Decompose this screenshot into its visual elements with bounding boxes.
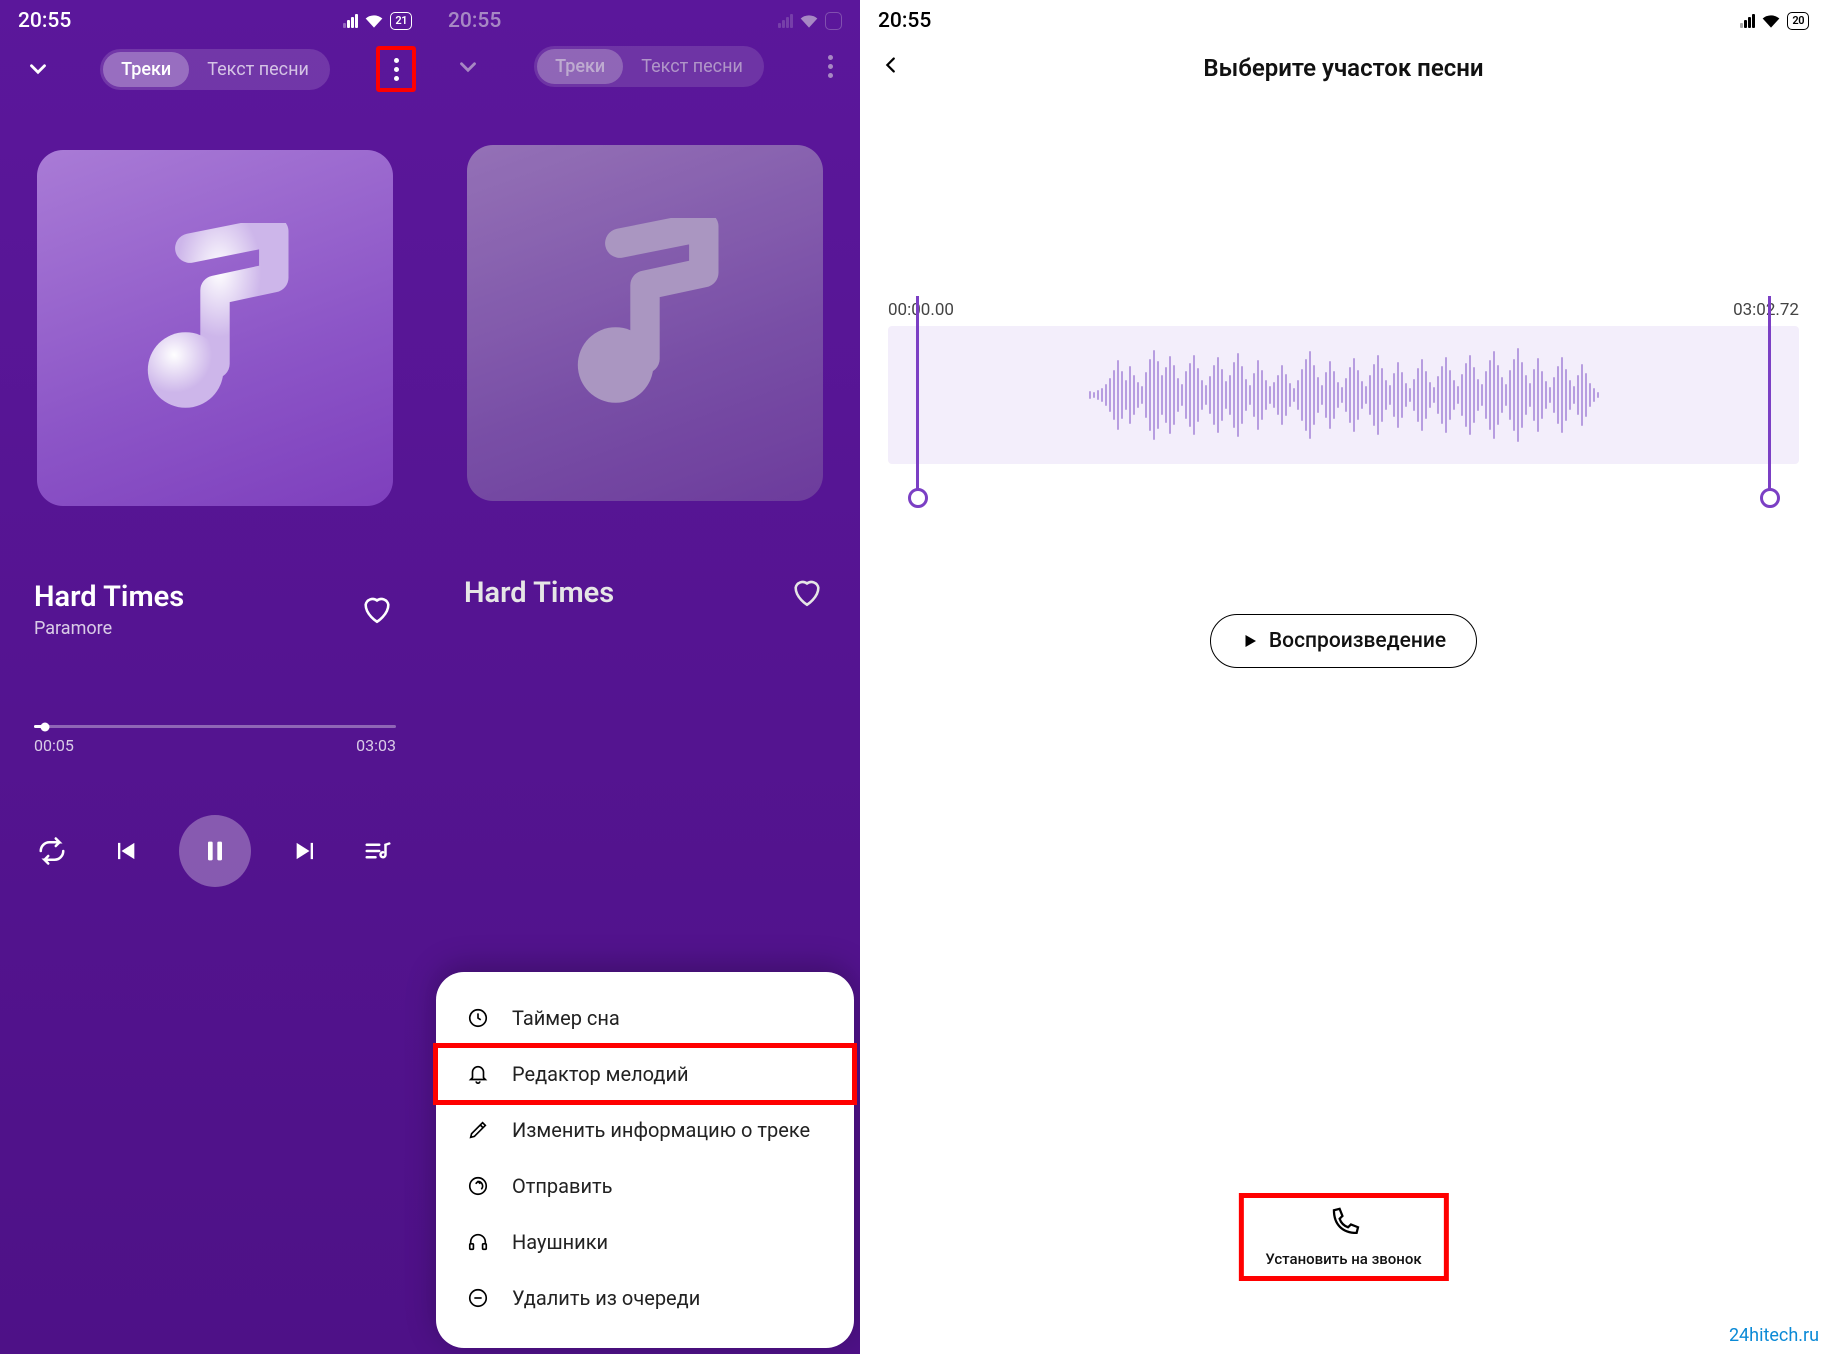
headphones-icon (466, 1230, 490, 1254)
set-as-ringtone-label: Установить на звонок (1265, 1250, 1421, 1268)
tab-tracks[interactable]: Треки (537, 49, 623, 84)
menu-item-label: Удалить из очереди (512, 1286, 700, 1310)
header-title: Выберите участок песни (880, 54, 1807, 82)
track-title: Hard Times (464, 576, 614, 610)
status-time: 20:55 (878, 9, 931, 33)
prev-button[interactable] (107, 833, 143, 869)
favorite-button[interactable] (360, 592, 396, 628)
time-labels: 00:05 03:03 (0, 728, 430, 755)
album-art (467, 145, 823, 501)
status-time: 20:55 (18, 9, 71, 33)
pause-button[interactable] (179, 815, 251, 887)
battery-icon (825, 12, 842, 29)
collapse-button[interactable] (22, 53, 54, 85)
top-controls: Треки Текст песни (0, 36, 430, 92)
player-with-menu-screen: 20:55 Треки Текст песни Hard Times Та (430, 0, 860, 1354)
range-handle-start[interactable] (916, 296, 919, 490)
menu-item-bell[interactable]: Редактор мелодий (436, 1046, 854, 1102)
queue-button[interactable] (360, 833, 396, 869)
track-artist: Paramore (34, 618, 184, 639)
status-bar: 20:55 21 (0, 0, 430, 36)
battery-icon: 20 (1787, 12, 1809, 29)
signal-icon (343, 14, 358, 28)
menu-item-label: Наушники (512, 1230, 608, 1254)
music-note-icon (540, 218, 750, 428)
waveform-icon (1089, 348, 1599, 442)
menu-item-label: Изменить информацию о треке (512, 1118, 810, 1142)
tab-lyrics[interactable]: Текст песни (189, 52, 327, 87)
bell-icon (466, 1062, 490, 1086)
menu-item-pencil[interactable]: Изменить информацию о треке (436, 1102, 854, 1158)
ringtone-editor-screen: 20:55 20 Выберите участок песни 00:00.00… (860, 0, 1827, 1354)
signal-icon (1740, 14, 1755, 28)
favorite-button[interactable] (790, 575, 826, 611)
header: Выберите участок песни (860, 36, 1827, 82)
menu-item-minus[interactable]: Удалить из очереди (436, 1270, 854, 1326)
track-title: Hard Times (34, 580, 184, 614)
menu-item-share[interactable]: Отправить (436, 1158, 854, 1214)
menu-item-label: Отправить (512, 1174, 613, 1198)
more-menu-button[interactable] (380, 52, 412, 86)
wifi-icon (1761, 13, 1781, 29)
status-icons (778, 12, 842, 29)
status-icons: 20 (1740, 12, 1809, 29)
watermark: 24hitech.ru (1729, 1325, 1819, 1346)
playback-controls (0, 815, 430, 887)
album-art (37, 150, 393, 506)
range-start: 00:00.00 (888, 300, 954, 320)
status-time: 20:55 (448, 9, 501, 33)
wifi-icon (364, 13, 384, 29)
next-button[interactable] (288, 833, 324, 869)
menu-item-label: Таймер сна (512, 1006, 620, 1030)
preview-play-label: Воспроизведение (1269, 629, 1446, 653)
signal-icon (778, 14, 793, 28)
repeat-button[interactable] (34, 833, 70, 869)
menu-item-label: Редактор мелодий (512, 1062, 689, 1086)
status-bar: 20:55 20 (860, 0, 1827, 36)
highlight-kebab (376, 46, 416, 92)
options-sheet: Таймер сна Редактор мелодий Изменить инфор… (436, 972, 854, 1348)
minus-icon (466, 1286, 490, 1310)
track-info-row: Hard Times (430, 575, 860, 611)
menu-item-headphones[interactable]: Наушники (436, 1214, 854, 1270)
time-elapsed: 00:05 (34, 736, 74, 755)
waveform-editor[interactable]: 00:00.00 03:02.72 (888, 300, 1799, 464)
music-note-icon (110, 223, 320, 433)
collapse-button[interactable] (452, 51, 484, 83)
range-end: 03:02.72 (1733, 300, 1799, 320)
track-info-row: Hard Times Paramore (0, 580, 430, 639)
pencil-icon (466, 1118, 490, 1142)
status-bar: 20:55 (430, 0, 860, 36)
phone-icon (1327, 1206, 1361, 1240)
set-as-ringtone-button[interactable]: Установить на звонок (1241, 1196, 1445, 1278)
menu-item-clock[interactable]: Таймер сна (436, 990, 854, 1046)
status-icons: 21 (343, 12, 412, 29)
tab-lyrics[interactable]: Текст песни (623, 49, 761, 84)
tab-group: Треки Текст песни (534, 46, 764, 87)
battery-icon: 21 (390, 12, 412, 29)
seek-bar[interactable] (34, 725, 396, 728)
time-total: 03:03 (356, 736, 396, 755)
top-controls: Треки Текст песни (430, 36, 860, 87)
tab-tracks[interactable]: Треки (103, 52, 189, 87)
player-screen: 20:55 21 Треки Текст песни Hard Tim (0, 0, 430, 1354)
more-menu-button[interactable] (814, 50, 846, 84)
share-icon (466, 1174, 490, 1198)
waveform-box (888, 326, 1799, 464)
clock-icon (466, 1006, 490, 1030)
wifi-icon (799, 13, 819, 29)
play-icon (1241, 632, 1259, 650)
range-handle-end[interactable] (1768, 296, 1771, 490)
tab-group: Треки Текст песни (100, 49, 330, 90)
preview-play-button[interactable]: Воспроизведение (1210, 614, 1477, 668)
